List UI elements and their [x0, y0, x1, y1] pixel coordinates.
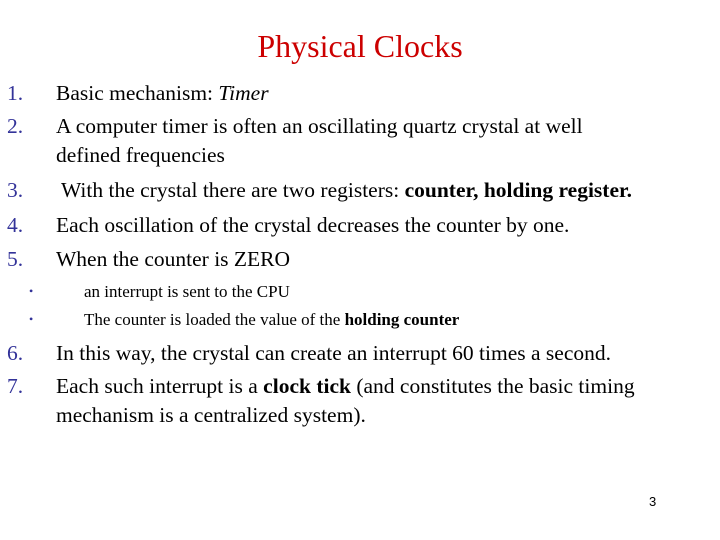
list-text-line-2: defined frequencies — [56, 143, 225, 167]
list-number: 6. — [7, 341, 24, 365]
text-segment-bold: holding counter — [344, 310, 460, 329]
text-segment: With the crystal there are two registers… — [56, 178, 405, 202]
slide: Physical Clocks 1. Basic mechanism: Time… — [0, 0, 720, 540]
text-segment-italic: Timer — [218, 81, 269, 105]
list-text: With the crystal there are two registers… — [56, 176, 632, 205]
list-text-line-1: A computer timer is often an oscillating… — [56, 114, 583, 138]
list-number: 4. — [7, 213, 24, 237]
list-text-line-1: Each such interrupt is a clock tick (and… — [56, 372, 635, 401]
text-segment: (and constitutes the basic timing — [350, 374, 635, 398]
text-segment: The counter is loaded the value of the — [84, 310, 345, 329]
list-number: 5. — [7, 247, 24, 271]
list-text: In this way, the crystal can create an i… — [56, 341, 612, 365]
bullet-icon: • — [29, 312, 34, 326]
list-number: 3. — [7, 178, 24, 202]
list-text: Basic mechanism: Timer — [56, 79, 269, 108]
sub-list-text: an interrupt is sent to the CPU — [84, 282, 290, 301]
text-segment-bold: counter, holding register. — [404, 178, 632, 202]
page-number: 3 — [649, 494, 657, 509]
sub-list-text: The counter is loaded the value of the h… — [84, 309, 459, 331]
text-segment-bold: clock tick — [263, 374, 351, 398]
list-text-line-2: mechanism is a centralized system). — [56, 403, 366, 427]
list-number: 2. — [7, 114, 24, 138]
list-number: 7. — [7, 374, 24, 398]
text-segment: Each such interrupt is a — [56, 374, 264, 398]
list-text: When the counter is ZERO — [56, 247, 291, 271]
list-number: 1. — [7, 81, 24, 105]
text-segment: Basic mechanism: — [56, 81, 219, 105]
list-text: Each oscillation of the crystal decrease… — [56, 213, 570, 237]
slide-title: Physical Clocks — [257, 28, 463, 64]
bullet-icon: • — [29, 284, 34, 298]
